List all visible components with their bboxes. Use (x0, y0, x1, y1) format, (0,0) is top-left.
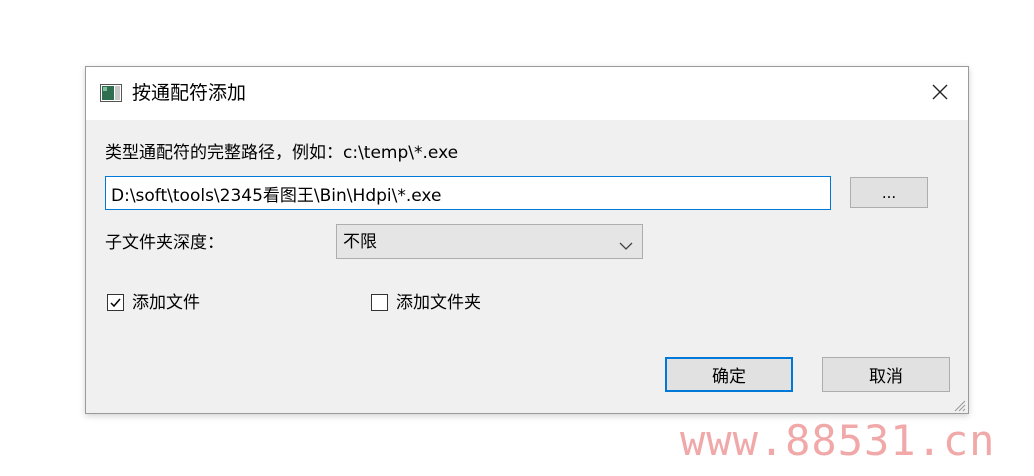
depth-select-value: 不限 (343, 232, 377, 252)
close-button[interactable] (912, 67, 968, 120)
ok-button[interactable]: 确定 (665, 357, 793, 392)
app-window-icon (100, 84, 122, 102)
add-files-checkbox-row[interactable]: 添加文件 (107, 291, 247, 315)
title-bar[interactable]: 按通配符添加 (86, 67, 968, 120)
cancel-button[interactable]: 取消 (822, 357, 950, 392)
close-icon (932, 84, 948, 104)
add-folders-checkbox[interactable] (371, 294, 388, 311)
window-title: 按通配符添加 (132, 82, 247, 104)
depth-label: 子文件夹深度： (105, 233, 224, 253)
browse-button[interactable]: ... (850, 177, 928, 208)
path-label: 类型通配符的完整路径，例如：c:\temp\*.exe (105, 143, 459, 163)
resize-grip-icon[interactable] (952, 397, 966, 412)
checkmark-icon (110, 298, 121, 308)
add-folders-label: 添加文件夹 (396, 293, 481, 313)
add-files-checkbox[interactable] (107, 294, 124, 311)
add-files-label: 添加文件 (132, 293, 200, 313)
watermark: www.88531.cn (680, 416, 996, 465)
wildcard-add-dialog: 按通配符添加 类型通配符的完整路径，例如：c:\temp\*.exe ... 子… (85, 66, 969, 414)
depth-select[interactable]: 不限 (336, 224, 643, 259)
path-input[interactable] (105, 176, 831, 210)
chevron-down-icon (619, 236, 633, 250)
add-folders-checkbox-row[interactable]: 添加文件夹 (371, 291, 531, 315)
